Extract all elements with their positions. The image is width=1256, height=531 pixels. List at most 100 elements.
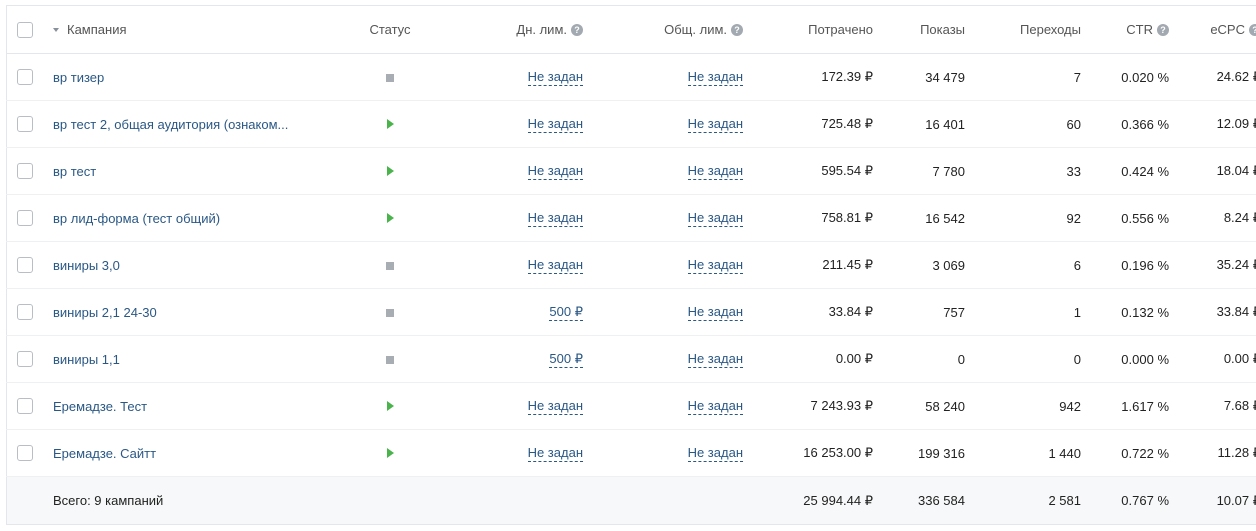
- daily-limit-cell: 500 ₽: [435, 336, 583, 383]
- total-limit-link[interactable]: Не задан: [688, 445, 743, 462]
- status-cell: [345, 242, 435, 289]
- campaign-name-link[interactable]: вр тест: [53, 164, 96, 179]
- campaign-name-link[interactable]: вр тест 2, общая аудитория (ознаком...: [53, 117, 288, 132]
- daily-limit-cell: Не задан: [435, 101, 583, 148]
- daily-limit-cell: Не задан: [435, 430, 583, 477]
- ctr-value: 0.424 %: [1081, 148, 1169, 195]
- play-triangle-icon[interactable]: [387, 166, 394, 176]
- header-ctr[interactable]: CTR?: [1081, 6, 1169, 54]
- total-limit-link[interactable]: Не задан: [688, 351, 743, 368]
- question-circle-icon[interactable]: ?: [1157, 24, 1169, 36]
- ctr-value: 0.366 %: [1081, 101, 1169, 148]
- header-spent[interactable]: Потрачено: [743, 6, 873, 54]
- daily-limit-link[interactable]: Не задан: [528, 210, 583, 227]
- totals-daily-cell: [435, 477, 583, 525]
- row-checkbox[interactable]: [17, 445, 33, 461]
- campaign-name-link[interactable]: Еремадзе. Сайтт: [53, 446, 156, 461]
- total-limit-link[interactable]: Не задан: [688, 304, 743, 321]
- row-checkbox[interactable]: [17, 257, 33, 273]
- campaign-name-cell: вр тест 2, общая аудитория (ознаком...: [43, 101, 345, 148]
- table-row[interactable]: вр лид-форма (тест общий) Не задан Не зада…: [7, 195, 1256, 242]
- table-row[interactable]: вр тест 2, общая аудитория (ознаком... Не…: [7, 101, 1256, 148]
- stop-square-icon[interactable]: [386, 262, 394, 270]
- stop-square-icon[interactable]: [386, 356, 394, 364]
- shows-value: 16 542: [873, 195, 965, 242]
- ctr-value: 0.132 %: [1081, 289, 1169, 336]
- row-checkbox[interactable]: [17, 163, 33, 179]
- header-daily-limit[interactable]: Дн. лим.?: [435, 6, 583, 54]
- table-row[interactable]: виниры 3,0Не заданНе задан211.45 ₽3 0696…: [7, 242, 1256, 289]
- row-select-cell: [7, 383, 44, 430]
- daily-limit-link[interactable]: Не задан: [528, 257, 583, 274]
- campaign-name-link[interactable]: вр лид-форма (тест общий): [53, 211, 220, 226]
- row-checkbox[interactable]: [17, 116, 33, 132]
- campaign-name-cell: виниры 2,1 24-30: [43, 289, 345, 336]
- daily-limit-link[interactable]: 500 ₽: [549, 304, 583, 321]
- daily-limit-link[interactable]: Не задан: [528, 163, 583, 180]
- campaign-name-link[interactable]: вр тизер: [53, 70, 104, 85]
- stop-square-icon[interactable]: [386, 74, 394, 82]
- total-limit-link[interactable]: Не задан: [688, 69, 743, 86]
- row-select-cell: [7, 289, 44, 336]
- row-checkbox[interactable]: [17, 398, 33, 414]
- question-circle-icon[interactable]: ?: [1249, 24, 1256, 36]
- shows-value: 3 069: [873, 242, 965, 289]
- total-limit-link[interactable]: Не задан: [688, 116, 743, 133]
- header-clicks[interactable]: Переходы: [965, 6, 1081, 54]
- spent-value: 758.81 ₽: [743, 195, 873, 242]
- shows-value: 7 780: [873, 148, 965, 195]
- header-total-limit[interactable]: Общ. лим.?: [583, 6, 743, 54]
- ecpc-value: 7.68 ₽: [1169, 383, 1256, 430]
- row-checkbox[interactable]: [17, 304, 33, 320]
- question-circle-icon[interactable]: ?: [571, 24, 583, 36]
- row-select-cell: [7, 54, 44, 101]
- header-ecpc[interactable]: eCPC?: [1169, 6, 1256, 54]
- table-row[interactable]: виниры 1,1500 ₽Не задан0.00 ₽000.000 %0.…: [7, 336, 1256, 383]
- total-limit-cell: Не задан: [583, 242, 743, 289]
- shows-value: 0: [873, 336, 965, 383]
- campaign-name-link[interactable]: Еремадзе. Тест: [53, 399, 147, 414]
- total-limit-link[interactable]: Не задан: [688, 210, 743, 227]
- row-checkbox[interactable]: [17, 69, 33, 85]
- table-row[interactable]: вр тизерНе заданНе задан172.39 ₽34 47970…: [7, 54, 1256, 101]
- table-row[interactable]: Еремадзе. ТестНе заданНе задан7 243.93 ₽…: [7, 383, 1256, 430]
- ecpc-value: 24.62 ₽: [1169, 54, 1256, 101]
- table-row[interactable]: вр тестНе заданНе задан595.54 ₽7 780330.…: [7, 148, 1256, 195]
- stop-square-icon[interactable]: [386, 309, 394, 317]
- shows-value: 757: [873, 289, 965, 336]
- campaign-name-link[interactable]: виниры 1,1: [53, 352, 120, 367]
- header-campaign[interactable]: Кампания: [43, 6, 345, 54]
- clicks-value: 92: [965, 195, 1081, 242]
- daily-limit-link[interactable]: 500 ₽: [549, 351, 583, 368]
- row-checkbox[interactable]: [17, 351, 33, 367]
- play-triangle-icon[interactable]: [387, 119, 394, 129]
- daily-limit-link[interactable]: Не задан: [528, 398, 583, 415]
- row-checkbox[interactable]: [17, 210, 33, 226]
- ecpc-value: 0.00 ₽: [1169, 336, 1256, 383]
- totals-label: Всего: 9 кампаний: [43, 477, 345, 525]
- question-circle-icon[interactable]: ?: [731, 24, 743, 36]
- status-cell: [345, 383, 435, 430]
- total-limit-cell: Не задан: [583, 101, 743, 148]
- play-triangle-icon[interactable]: [387, 401, 394, 411]
- campaign-name-link[interactable]: виниры 3,0: [53, 258, 120, 273]
- spent-value: 7 243.93 ₽: [743, 383, 873, 430]
- select-all-checkbox[interactable]: [17, 22, 33, 38]
- total-limit-link[interactable]: Не задан: [688, 163, 743, 180]
- total-limit-link[interactable]: Не задан: [688, 257, 743, 274]
- total-limit-link[interactable]: Не задан: [688, 398, 743, 415]
- campaign-name-cell: виниры 3,0: [43, 242, 345, 289]
- totals-ecpc: 10.07 ₽: [1169, 477, 1256, 525]
- table-row[interactable]: Еремадзе. СайттНе заданНе задан16 253.00…: [7, 430, 1256, 477]
- ecpc-value: 11.28 ₽: [1169, 430, 1256, 477]
- campaign-name-link[interactable]: виниры 2,1 24-30: [53, 305, 157, 320]
- daily-limit-link[interactable]: Не задан: [528, 445, 583, 462]
- play-triangle-icon[interactable]: [387, 448, 394, 458]
- header-shows[interactable]: Показы: [873, 6, 965, 54]
- daily-limit-link[interactable]: Не задан: [528, 116, 583, 133]
- row-select-cell: [7, 336, 44, 383]
- table-row[interactable]: виниры 2,1 24-30500 ₽Не задан33.84 ₽7571…: [7, 289, 1256, 336]
- daily-limit-link[interactable]: Не задан: [528, 69, 583, 86]
- play-triangle-icon[interactable]: [387, 213, 394, 223]
- header-status[interactable]: Статус: [345, 6, 435, 54]
